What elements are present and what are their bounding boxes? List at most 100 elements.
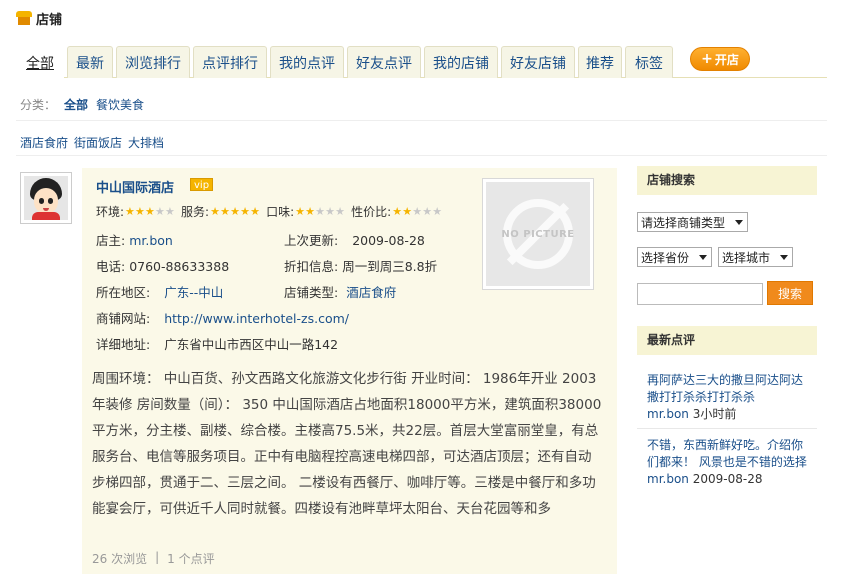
star-filled-icon: ★ (305, 204, 316, 218)
address-row: 详细地址: 广东省中山市西区中山一路142 (96, 334, 338, 353)
rating-taste: 口味: ★ ★ ★ ★ ★ (266, 203, 345, 220)
tab-latest[interactable]: 最新 (67, 46, 113, 78)
website-row: 商铺网站: http://www.interhotel-zs.com/ (96, 308, 349, 327)
star-rating: ★ ★ ★ ★ ★ (210, 204, 260, 218)
type-row: 店铺类型: 酒店食府 (284, 282, 396, 301)
stats-separator: | (155, 550, 160, 564)
store-description: 周围环境： 中山百货、孙文西路文化旅游文化步行街 开业时间： 1986年开业 2… (92, 371, 602, 517)
rating-label: 性价比: (351, 205, 392, 219)
store-card: 中山国际酒店 vip 环境: ★ ★ ★ ★ ★ 服务: ★ ★ ★ ★ ★ 口味: ★ ★ ★ ★ ★… (82, 168, 617, 574)
tab-my-reviews[interactable]: 我的点评 (270, 46, 344, 78)
no-picture-label: NO PICTURE (501, 228, 575, 240)
divider (637, 428, 817, 429)
owner-avatar[interactable] (20, 172, 72, 224)
star-filled-icon: ★ (240, 204, 250, 218)
city-select[interactable]: 选择城市 (718, 247, 793, 267)
address-label: 详细地址: (96, 337, 151, 352)
phone-value: 0760-88633388 (129, 259, 230, 274)
tab-bar: 全部 最新 浏览排行 点评排行 我的点评 好友点评 我的店铺 好友店铺 推荐 标… (16, 46, 827, 78)
tab-friend-stores[interactable]: 好友店铺 (501, 46, 575, 78)
type-link[interactable]: 酒店食府 (346, 285, 396, 300)
updated-label: 上次更新: (284, 233, 339, 248)
divider (16, 155, 827, 156)
region-link[interactable]: 广东--中山 (164, 285, 223, 300)
discount-value: 周一到周三8.8折 (342, 259, 438, 274)
review-user-link[interactable]: mr.bon (647, 407, 689, 421)
star-filled-icon: ★ (230, 204, 240, 218)
latest-reviews-heading: 最新点评 (637, 326, 817, 355)
star-filled-icon: ★ (220, 204, 230, 218)
tab-browse-ranking[interactable]: 浏览排行 (116, 46, 190, 78)
star-empty-icon: ★ (335, 204, 346, 218)
website-link[interactable]: http://www.interhotel-zs.com/ (164, 311, 349, 326)
subcategory-hotel-link[interactable]: 酒店食府 (20, 134, 68, 151)
region-row: 所在地区: 广东--中山 (96, 282, 223, 301)
phone-label: 电话: (96, 259, 126, 274)
tab-review-ranking[interactable]: 点评排行 (193, 46, 267, 78)
review-count-link[interactable]: 1 个点评 (167, 550, 214, 567)
store-search-heading: 店铺搜索 (637, 166, 817, 195)
store-icon (16, 11, 32, 25)
category-all-link[interactable]: 全部 (64, 96, 88, 113)
open-store-button[interactable]: + 开店 (690, 47, 750, 71)
dropdown-arrow-icon (735, 220, 743, 225)
rating-environment: 环境: ★ ★ ★ ★ ★ (96, 203, 175, 220)
plus-icon: + (701, 51, 713, 67)
rating-service: 服务: ★ ★ ★ ★ ★ (181, 203, 260, 220)
star-empty-icon: ★ (165, 204, 175, 218)
divider (16, 120, 827, 121)
store-type-select[interactable]: 请选择商铺类型 (637, 212, 748, 232)
star-filled-icon: ★ (145, 204, 155, 218)
review-item: 再阿萨达三大的撒旦阿达阿达撒打打杀杀打打杀杀 mr.bon 3小时前 (647, 372, 812, 423)
star-empty-icon: ★ (412, 204, 423, 218)
view-count: 26 次浏览 (92, 552, 148, 566)
tab-recommend[interactable]: 推荐 (578, 46, 622, 78)
rating-row: 环境: ★ ★ ★ ★ ★ 服务: ★ ★ ★ ★ ★ 口味: ★ ★ ★ ★ ★ 性价比: ★ ★ ★ ★ ★ (96, 203, 448, 220)
tab-tags[interactable]: 标签 (625, 46, 673, 78)
star-filled-icon: ★ (402, 204, 413, 218)
store-picture[interactable]: NO PICTURE (482, 178, 594, 290)
star-rating: ★ ★ ★ ★ ★ (295, 204, 346, 218)
subcategory-list: 酒店食府 街面饭店 大排档 (20, 134, 164, 151)
address-value: 广东省中山市西区中山一路142 (164, 337, 339, 352)
review-user-link[interactable]: mr.bon (647, 472, 689, 486)
province-select[interactable]: 选择省份 (637, 247, 712, 267)
vip-badge: vip (190, 178, 214, 191)
discount-row: 折扣信息: 周一到周三8.8折 (284, 256, 437, 275)
star-empty-icon: ★ (432, 204, 443, 218)
subcategory-street-link[interactable]: 街面饭店 (74, 134, 122, 151)
type-label: 店铺类型: (284, 285, 339, 300)
subcategory-stall-link[interactable]: 大排档 (128, 134, 164, 151)
owner-label: 店主: (96, 233, 126, 248)
updated-row: 上次更新: 2009-08-28 (284, 230, 425, 249)
dropdown-arrow-icon (699, 255, 707, 260)
review-text-link[interactable]: 再阿萨达三大的撒旦阿达阿达撒打打杀杀打打杀杀 (647, 373, 803, 404)
star-rating: ★ ★ ★ ★ ★ (125, 204, 175, 218)
category-dining-link[interactable]: 餐饮美食 (96, 96, 144, 113)
review-time: 2009-08-28 (692, 472, 763, 486)
website-label: 商铺网站: (96, 311, 151, 326)
star-empty-icon: ★ (155, 204, 165, 218)
star-filled-icon: ★ (125, 204, 135, 218)
star-empty-icon: ★ (315, 204, 326, 218)
category-label: 分类： (20, 98, 57, 112)
star-filled-icon: ★ (250, 204, 260, 218)
star-filled-icon: ★ (392, 204, 403, 218)
open-store-label: 开店 (714, 52, 739, 67)
star-filled-icon: ★ (135, 204, 145, 218)
rating-value: 性价比: ★ ★ ★ ★ ★ (351, 203, 442, 220)
star-filled-icon: ★ (210, 204, 220, 218)
review-text-link[interactable]: 不错，东西新鲜好吃。介绍你们都来！ 风景也是不错的选择 (647, 438, 807, 469)
tab-all[interactable]: 全部 (16, 46, 64, 78)
tab-my-stores[interactable]: 我的店铺 (424, 46, 498, 78)
tab-friend-reviews[interactable]: 好友点评 (347, 46, 421, 78)
page-title: 店铺 (16, 9, 62, 28)
store-name-link[interactable]: 中山国际酒店 (96, 177, 174, 196)
review-item: 不错，东西新鲜好吃。介绍你们都来！ 风景也是不错的选择 mr.bon 2009-… (647, 437, 812, 488)
store-search-input[interactable] (637, 283, 763, 305)
review-time: 3小时前 (692, 407, 737, 421)
search-button[interactable]: 搜索 (767, 281, 813, 305)
owner-row: 店主: mr.bon (96, 230, 173, 249)
discount-label: 折扣信息: (284, 259, 339, 274)
owner-link[interactable]: mr.bon (129, 233, 173, 248)
